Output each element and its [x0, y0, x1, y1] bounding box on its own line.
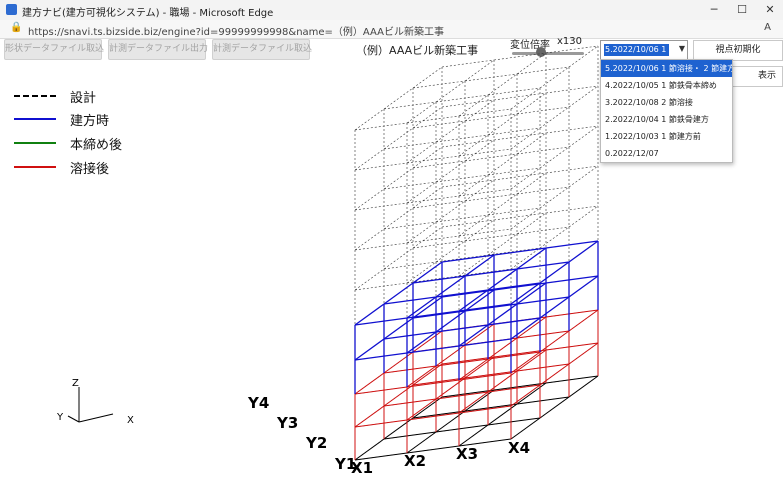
grid-label-y3: Y3: [276, 414, 298, 432]
design-beam: [539, 106, 570, 129]
grid-label-x2: X2: [404, 452, 426, 470]
design-beam: [568, 85, 599, 108]
design-beam: [539, 186, 570, 209]
structure-viewport[interactable]: Z Y X X1 X2 X3 X4 Y1 Y2 Y3 Y4: [0, 0, 783, 490]
axis-y-label: Y: [56, 412, 64, 423]
design-beam: [568, 165, 599, 188]
axis-x-label: X: [127, 415, 134, 426]
design-beam: [568, 205, 599, 228]
design-beam: [539, 146, 570, 169]
base-grid-line: [406, 389, 495, 454]
design-beam: [510, 87, 541, 110]
grid-label-y2: Y2: [305, 434, 327, 452]
design-beam: [568, 45, 599, 68]
grid-label-x4: X4: [508, 439, 530, 457]
frame-model[interactable]: [354, 45, 599, 461]
base-grid-line: [510, 375, 599, 440]
base-grid-line: [354, 396, 443, 461]
grid-label-y4: Y4: [247, 394, 269, 412]
base-grid-line: [354, 438, 512, 461]
grid-label-y1: Y1: [334, 455, 356, 473]
design-beam: [568, 125, 599, 148]
design-beam: [510, 127, 541, 150]
base-grid-line: [458, 382, 547, 447]
design-beam: [510, 167, 541, 190]
axis-z-label: Z: [72, 378, 79, 389]
design-beam: [539, 66, 570, 89]
grid-label-x3: X3: [456, 445, 478, 463]
axis-triad: Z Y X: [56, 378, 134, 426]
design-beam: [510, 207, 541, 230]
